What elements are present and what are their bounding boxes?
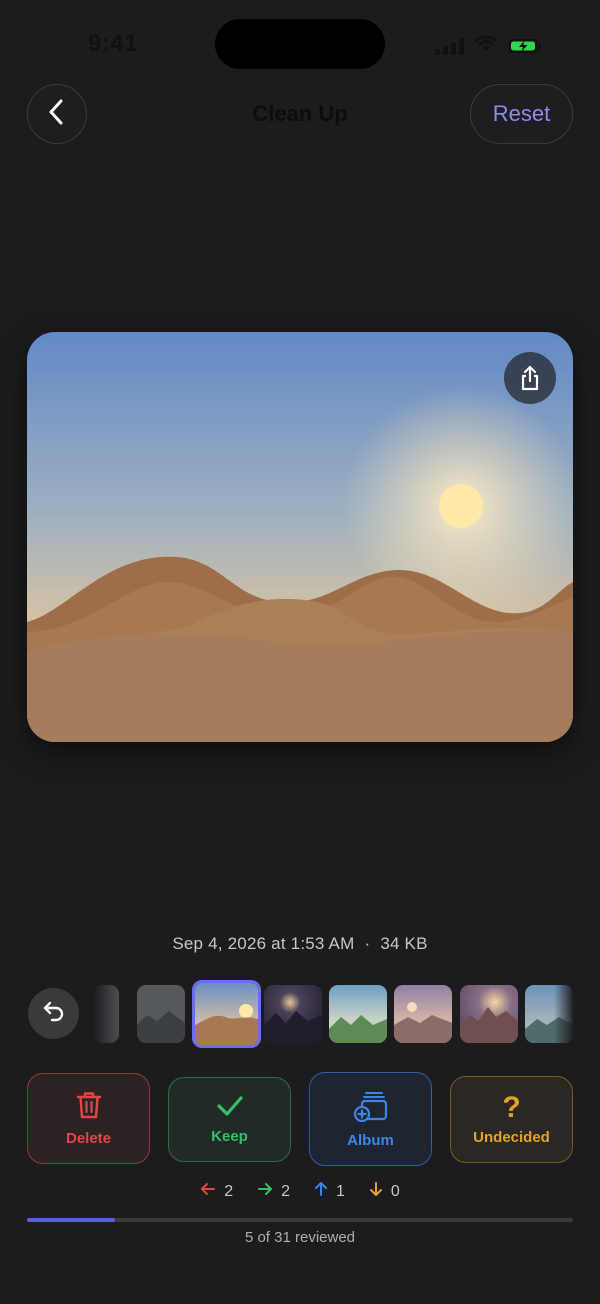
filmstrip-fade <box>554 980 574 1050</box>
action-buttons: Delete Keep Album ? Undecided <box>27 1072 573 1167</box>
album-label: Album <box>347 1131 394 1149</box>
share-icon <box>519 365 541 391</box>
progress-bar <box>27 1218 573 1222</box>
status-bar: 9:41 <box>0 0 600 88</box>
progress-fill <box>27 1218 116 1222</box>
navigation-bar: Clean Up Reset <box>0 84 600 146</box>
decision-counts: 2 2 1 0 <box>0 1181 600 1202</box>
thumbnail-selected[interactable] <box>192 980 261 1048</box>
share-button[interactable] <box>504 352 556 404</box>
keep-count-value: 2 <box>281 1182 290 1200</box>
undo-button[interactable] <box>28 988 79 1039</box>
wifi-icon <box>474 34 498 57</box>
meta-separator: · <box>364 934 371 953</box>
thumbnail[interactable] <box>264 985 322 1043</box>
cellular-signal-icon <box>435 37 464 55</box>
album-button[interactable]: Album <box>309 1072 432 1166</box>
delete-count: 2 <box>200 1181 233 1202</box>
undecided-count: 0 <box>369 1181 400 1202</box>
undecided-button[interactable]: ? Undecided <box>450 1076 573 1163</box>
undo-icon <box>41 999 67 1028</box>
keep-count: 2 <box>257 1181 290 1202</box>
battery-charging-icon <box>508 38 541 54</box>
question-mark-icon: ? <box>502 1091 521 1124</box>
arrow-right-icon <box>257 1182 273 1201</box>
status-time: 9:41 <box>88 30 139 57</box>
delete-label: Delete <box>65 1130 112 1147</box>
keep-label: Keep <box>211 1128 248 1145</box>
thumbnail[interactable] <box>329 985 387 1043</box>
checkmark-icon <box>216 1094 244 1122</box>
thumbnail[interactable] <box>460 985 518 1043</box>
photo-size: 34 KB <box>380 934 428 953</box>
delete-button[interactable]: Delete <box>27 1073 150 1164</box>
arrow-up-icon <box>314 1181 328 1202</box>
filmstrip <box>0 980 600 1050</box>
delete-count-value: 2 <box>224 1182 234 1200</box>
thumbnail[interactable] <box>93 985 119 1043</box>
undecided-count-value: 0 <box>390 1182 400 1200</box>
progress-label: 5 of 31 reviewed <box>244 1229 356 1246</box>
keep-button[interactable]: Keep <box>168 1077 291 1162</box>
add-to-album-icon <box>353 1090 389 1126</box>
undecided-label: Undecided <box>473 1129 550 1146</box>
trash-icon <box>76 1090 102 1124</box>
photo-date: Sep 4, 2026 at 1:53 AM <box>172 934 355 953</box>
arrow-left-icon <box>200 1182 216 1201</box>
photo-metadata: Sep 4, 2026 at 1:53 AM · 34 KB <box>0 934 600 954</box>
status-icons <box>435 34 541 57</box>
landscape-photo <box>27 332 573 742</box>
dynamic-island <box>215 19 385 69</box>
album-count-value: 1 <box>336 1182 345 1200</box>
album-count: 1 <box>314 1181 345 1202</box>
arrow-down-icon <box>369 1181 383 1202</box>
thumbnail[interactable] <box>137 985 185 1043</box>
reset-button[interactable]: Reset <box>470 84 573 144</box>
photo-preview[interactable] <box>27 332 573 742</box>
thumbnail[interactable] <box>394 985 452 1043</box>
